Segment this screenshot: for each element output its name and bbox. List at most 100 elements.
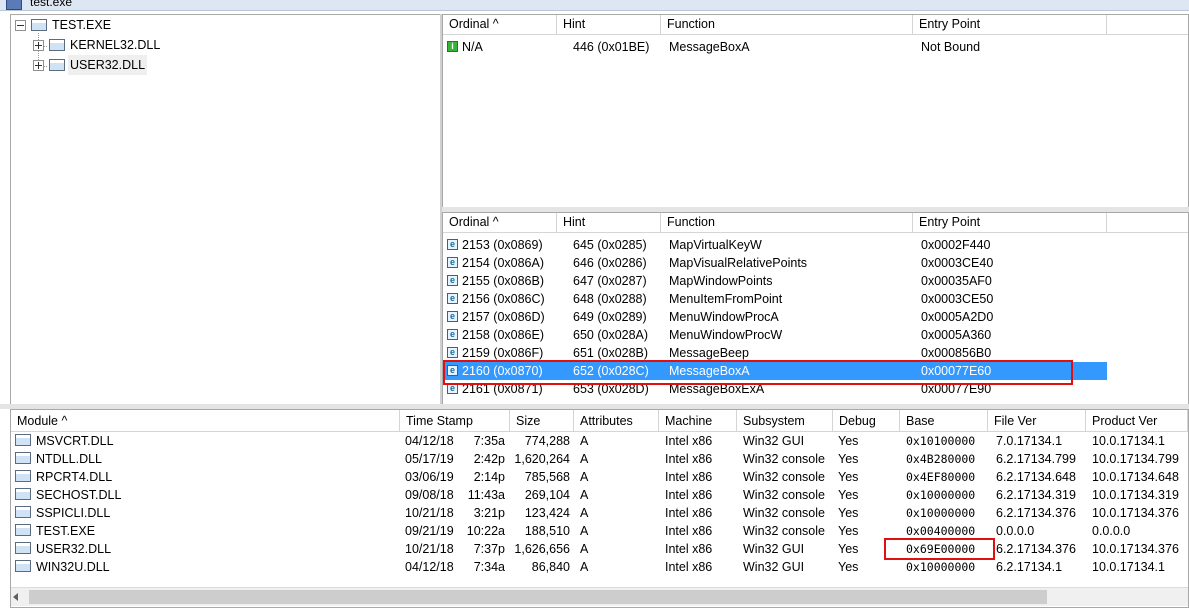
ordinal-cell: 2153 (0x0869) bbox=[462, 238, 543, 252]
attributes-cell: A bbox=[580, 524, 589, 538]
column-header-ordinal[interactable]: Ordinal ^ bbox=[443, 213, 557, 232]
export-function-icon: e bbox=[447, 311, 458, 322]
column-header-base[interactable]: Base bbox=[900, 410, 988, 431]
column-header-file-ver[interactable]: File Ver bbox=[988, 410, 1086, 431]
attributes-cell: A bbox=[580, 560, 589, 574]
product-ver-cell: 10.0.17134.1 bbox=[1092, 560, 1165, 574]
column-header-subsystem[interactable]: Subsystem bbox=[737, 410, 833, 431]
column-header-function[interactable]: Function bbox=[661, 213, 913, 232]
scrollbar-thumb[interactable] bbox=[29, 590, 1047, 604]
product-ver-cell: 10.0.17134.799 bbox=[1092, 452, 1179, 466]
base-cell: 0x10000000 bbox=[906, 488, 976, 502]
time-cell: 10:22a bbox=[466, 524, 505, 538]
column-header-product-ver[interactable]: Product Ver bbox=[1086, 410, 1188, 431]
subsystem-cell: Win32 console bbox=[743, 488, 825, 502]
module-icon bbox=[15, 434, 31, 446]
hint-cell: 446 (0x01BE) bbox=[573, 40, 650, 54]
export-row[interactable]: e 2154 (0x086A) 646 (0x0286) MapVisualRelat… bbox=[443, 254, 1107, 272]
module-row[interactable]: RPCRT4.DLL 03/06/19 2:14p 785,568 A Intel x86… bbox=[11, 468, 1188, 486]
module-icon bbox=[49, 39, 65, 51]
export-row[interactable]: e 2153 (0x0869) 645 (0x0285) MapVirtualKeyW… bbox=[443, 236, 1107, 254]
hint-cell: 647 (0x0287) bbox=[573, 274, 647, 288]
scroll-left-arrow-icon[interactable] bbox=[13, 593, 18, 601]
module-icon bbox=[31, 19, 47, 31]
column-header-size[interactable]: Size bbox=[510, 410, 574, 431]
tree-child-label: KERNEL32.DLL bbox=[70, 38, 161, 52]
highlight-box-base bbox=[884, 538, 995, 560]
export-row[interactable]: e 2155 (0x086B) 647 (0x0287) MapWindowPoint… bbox=[443, 272, 1107, 290]
export-function-icon: e bbox=[447, 239, 458, 250]
entry-point-cell: Not Bound bbox=[921, 40, 981, 54]
debug-cell: Yes bbox=[838, 524, 859, 538]
size-cell: 86,840 bbox=[531, 560, 570, 574]
debug-cell: Yes bbox=[838, 506, 859, 520]
export-row[interactable]: e 2156 (0x086C) 648 (0x0288) MenuItemFromPo… bbox=[443, 290, 1107, 308]
imports-header: Ordinal ^ Hint Function Entry Point bbox=[443, 15, 1188, 35]
function-cell: MessageBoxA bbox=[669, 40, 750, 54]
imports-pane[interactable]: Ordinal ^ Hint Function Entry Point i N/… bbox=[442, 14, 1189, 209]
module-icon bbox=[15, 560, 31, 572]
time-cell: 7:35a bbox=[473, 434, 505, 448]
subsystem-cell: Win32 GUI bbox=[743, 560, 805, 574]
module-tree-pane[interactable]: TEST.EXE KERNEL32.DLL USER32.DLL bbox=[10, 14, 441, 406]
debug-cell: Yes bbox=[838, 434, 859, 448]
entry-point-cell: 0x0005A2D0 bbox=[921, 310, 994, 324]
column-header-debug[interactable]: Debug bbox=[833, 410, 900, 431]
expand-icon[interactable] bbox=[33, 40, 44, 51]
ordinal-cell: 2154 (0x086A) bbox=[462, 256, 545, 270]
hint-cell: 645 (0x0285) bbox=[573, 238, 647, 252]
size-cell: 1,620,264 bbox=[514, 452, 570, 466]
modules-header: Module ^ Time Stamp Size Attributes Mach… bbox=[11, 410, 1188, 432]
column-header-time-stamp[interactable]: Time Stamp bbox=[400, 410, 510, 431]
ordinal-cell: N/A bbox=[462, 40, 483, 54]
module-row[interactable]: NTDLL.DLL 05/17/19 2:42p 1,620,264 A Intel x8… bbox=[11, 450, 1188, 468]
size-cell: 123,424 bbox=[524, 506, 570, 520]
date-cell: 04/12/18 bbox=[405, 434, 454, 448]
highlight-box-export bbox=[443, 360, 1073, 385]
module-row[interactable]: MSVCRT.DLL 04/12/18 7:35a 774,288 A Intel x86… bbox=[11, 432, 1188, 450]
product-ver-cell: 10.0.17134.1 bbox=[1092, 434, 1165, 448]
function-cell: MapWindowPoints bbox=[669, 274, 773, 288]
module-name-cell: NTDLL.DLL bbox=[36, 452, 102, 466]
module-row[interactable]: SSPICLI.DLL 10/21/18 3:21p 123,424 A Intel x8… bbox=[11, 504, 1188, 522]
time-cell: 7:34a bbox=[473, 560, 505, 574]
module-name-cell: RPCRT4.DLL bbox=[36, 470, 113, 484]
expand-icon[interactable] bbox=[33, 60, 44, 71]
column-header-ordinal[interactable]: Ordinal ^ bbox=[443, 15, 557, 34]
ordinal-cell: 2157 (0x086D) bbox=[462, 310, 545, 324]
column-header-entry-point[interactable]: Entry Point bbox=[913, 213, 1107, 232]
base-cell: 0x4EF80000 bbox=[906, 470, 976, 484]
product-ver-cell: 10.0.17134.376 bbox=[1092, 506, 1179, 520]
column-header-hint[interactable]: Hint bbox=[557, 15, 661, 34]
module-icon bbox=[15, 488, 31, 500]
module-name-cell: WIN32U.DLL bbox=[36, 560, 110, 574]
modules-pane[interactable]: Module ^ Time Stamp Size Attributes Mach… bbox=[10, 409, 1189, 608]
date-cell: 10/21/18 bbox=[405, 506, 454, 520]
horizontal-scrollbar[interactable] bbox=[11, 587, 1188, 606]
module-icon bbox=[15, 506, 31, 518]
product-ver-cell: 10.0.17134.648 bbox=[1092, 470, 1179, 484]
export-row[interactable]: e 2158 (0x086E) 650 (0x028A) MenuWindowProc… bbox=[443, 326, 1107, 344]
module-row[interactable]: SECHOST.DLL 09/08/18 11:43a 269,104 A Intel x… bbox=[11, 486, 1188, 504]
column-header-entry-point[interactable]: Entry Point bbox=[913, 15, 1107, 34]
ordinal-cell: 2155 (0x086B) bbox=[462, 274, 545, 288]
column-header-hint[interactable]: Hint bbox=[557, 213, 661, 232]
module-row[interactable]: USER32.DLL 10/21/18 7:37p 1,626,656 A Intel x… bbox=[11, 540, 1188, 558]
file-ver-cell: 6.2.17134.648 bbox=[996, 470, 1076, 484]
export-function-icon: e bbox=[447, 347, 458, 358]
column-header-module[interactable]: Module ^ bbox=[11, 410, 400, 431]
module-row[interactable]: WIN32U.DLL 04/12/18 7:34a 86,840 A Intel x86 W… bbox=[11, 558, 1188, 576]
column-header-function[interactable]: Function bbox=[661, 15, 913, 34]
column-header-attributes[interactable]: Attributes bbox=[574, 410, 659, 431]
function-cell: MenuWindowProcA bbox=[669, 310, 779, 324]
module-icon bbox=[15, 542, 31, 554]
collapse-icon[interactable] bbox=[15, 20, 26, 31]
debug-cell: Yes bbox=[838, 470, 859, 484]
column-header-machine[interactable]: Machine bbox=[659, 410, 737, 431]
module-row[interactable]: TEST.EXE 09/21/19 10:22a 188,510 A Intel x86 W… bbox=[11, 522, 1188, 540]
function-cell: MapVirtualKeyW bbox=[669, 238, 762, 252]
export-row[interactable]: e 2157 (0x086D) 649 (0x0289) MenuWindowProc… bbox=[443, 308, 1107, 326]
module-icon bbox=[15, 470, 31, 482]
import-row[interactable]: i N/A 446 (0x01BE) MessageBoxA Not Bound bbox=[443, 38, 1107, 56]
file-ver-cell: 6.2.17134.319 bbox=[996, 488, 1076, 502]
